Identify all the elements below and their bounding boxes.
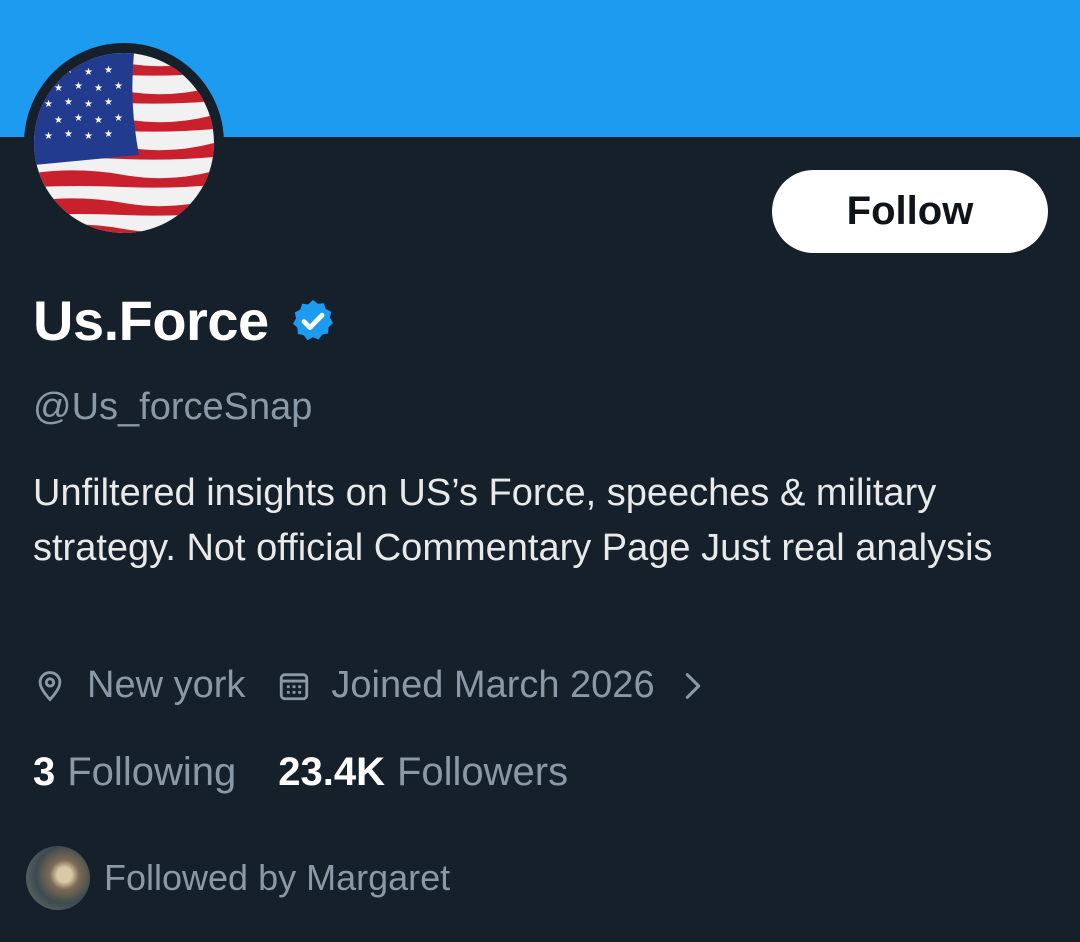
location-item: New york xyxy=(33,664,245,707)
us-flag-avatar-image: ★ ★ ★ ★ ★ ★ ★ ★ ★ ★ ★ ★ ★ ★ ★ ★ ★ ★ ★ ★ xyxy=(34,53,214,233)
svg-text:★: ★ xyxy=(104,65,113,76)
svg-text:★: ★ xyxy=(94,115,103,126)
calendar-icon xyxy=(280,672,309,700)
svg-text:★: ★ xyxy=(64,97,73,108)
svg-text:★: ★ xyxy=(84,131,93,142)
svg-text:★: ★ xyxy=(64,65,73,76)
location-text: New york xyxy=(87,664,246,706)
name-row: Us.Force xyxy=(33,288,337,353)
location-pin-icon xyxy=(38,670,62,701)
following-count: 3 xyxy=(33,750,56,794)
svg-text:★: ★ xyxy=(74,81,83,92)
svg-text:★: ★ xyxy=(84,67,93,78)
following-label: Following xyxy=(67,750,237,794)
followers-count: 23.4K xyxy=(278,750,385,794)
follow-button[interactable]: Follow xyxy=(772,170,1048,253)
profile-avatar[interactable]: ★ ★ ★ ★ ★ ★ ★ ★ ★ ★ ★ ★ ★ ★ ★ ★ ★ ★ ★ ★ xyxy=(24,43,224,243)
svg-text:★: ★ xyxy=(104,97,113,108)
svg-text:★: ★ xyxy=(74,113,83,124)
svg-text:★: ★ xyxy=(44,67,53,78)
svg-text:★: ★ xyxy=(104,129,113,140)
svg-text:★: ★ xyxy=(54,115,63,126)
followers-label: Followers xyxy=(396,750,569,794)
svg-text:★: ★ xyxy=(54,83,63,94)
following-link[interactable]: 3 Following xyxy=(33,750,236,795)
joined-item[interactable]: Joined March 2026 xyxy=(277,664,706,707)
svg-text:★: ★ xyxy=(114,113,123,124)
svg-text:★: ★ xyxy=(44,99,53,110)
follower-avatar xyxy=(26,846,90,910)
followers-link[interactable]: 23.4K Followers xyxy=(278,750,568,795)
display-name: Us.Force xyxy=(33,289,269,352)
follow-counts: 3 Following 23.4K Followers xyxy=(33,750,568,795)
verified-badge-icon[interactable] xyxy=(289,297,337,345)
profile-meta: New york Joined March 2026 xyxy=(33,664,707,707)
followed-by-row[interactable]: Followed by Margaret xyxy=(26,846,450,910)
joined-text: Joined March 2026 xyxy=(331,664,655,706)
svg-text:★: ★ xyxy=(114,81,123,92)
chevron-right-icon[interactable] xyxy=(679,669,707,703)
followed-by-text: Followed by Margaret xyxy=(104,857,451,898)
svg-text:★: ★ xyxy=(44,131,53,142)
profile-bio: Unfiltered insights on US’s Force, speec… xyxy=(33,472,993,569)
profile-handle: @Us_forceSnap xyxy=(33,386,313,428)
svg-text:★: ★ xyxy=(84,99,93,110)
svg-text:★: ★ xyxy=(64,129,73,140)
svg-text:★: ★ xyxy=(94,83,103,94)
